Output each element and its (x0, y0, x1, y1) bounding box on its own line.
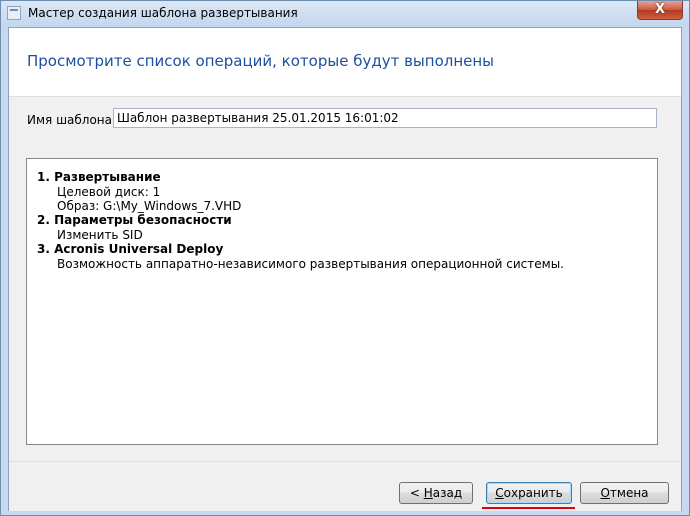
save-highlight-underline (482, 507, 575, 509)
wizard-window: Мастер создания шаблона развертывания X … (0, 0, 690, 516)
back-button-label: Назад (423, 486, 463, 500)
wizard-client-area: Просмотрите список операций, которые буд… (8, 27, 682, 511)
operation-title: 3. Acronis Universal Deploy (37, 242, 224, 256)
app-window-icon (7, 6, 21, 20)
wizard-header: Просмотрите список операций, которые буд… (9, 28, 681, 97)
close-icon: X (654, 2, 666, 17)
operation-detail: Целевой диск: 1 (57, 185, 161, 199)
back-button[interactable]: < Назад (399, 482, 473, 504)
operation-item: 3. Acronis Universal Deploy Возможность … (37, 242, 647, 271)
close-button[interactable]: X (637, 1, 683, 20)
wizard-footer: < Назад Сохранить Отмена (9, 461, 681, 511)
save-button[interactable]: Сохранить (486, 482, 572, 504)
operation-title: 2. Параметры безопасности (37, 213, 232, 227)
operation-detail: Образ: G:\My_Windows_7.VHD (57, 199, 242, 213)
operation-item: 2. Параметры безопасности Изменить SID (37, 213, 647, 242)
operation-item: 1. Развертывание Целевой диск: 1 Образ: … (37, 170, 647, 213)
window-title: Мастер создания шаблона развертывания (28, 6, 298, 20)
wizard-content: Имя шаблона: Шаблон развертывания 25.01.… (9, 97, 681, 461)
back-arrow-icon: < (409, 486, 420, 500)
operation-title: 1. Развертывание (37, 170, 161, 184)
title-bar[interactable]: Мастер создания шаблона развертывания X (1, 1, 689, 27)
template-name-input[interactable]: Шаблон развертывания 25.01.2015 16:01:02 (113, 108, 657, 128)
operation-detail: Возможность аппаратно-независимого разве… (57, 257, 564, 271)
operation-detail: Изменить SID (57, 228, 143, 242)
save-button-label: Сохранить (495, 486, 563, 500)
template-name-label: Имя шаблона: (27, 113, 117, 127)
page-title: Просмотрите список операций, которые буд… (27, 52, 495, 70)
cancel-button[interactable]: Отмена (580, 482, 669, 504)
operations-list: 1. Развертывание Целевой диск: 1 Образ: … (26, 158, 658, 445)
cancel-button-label: Отмена (600, 486, 649, 500)
